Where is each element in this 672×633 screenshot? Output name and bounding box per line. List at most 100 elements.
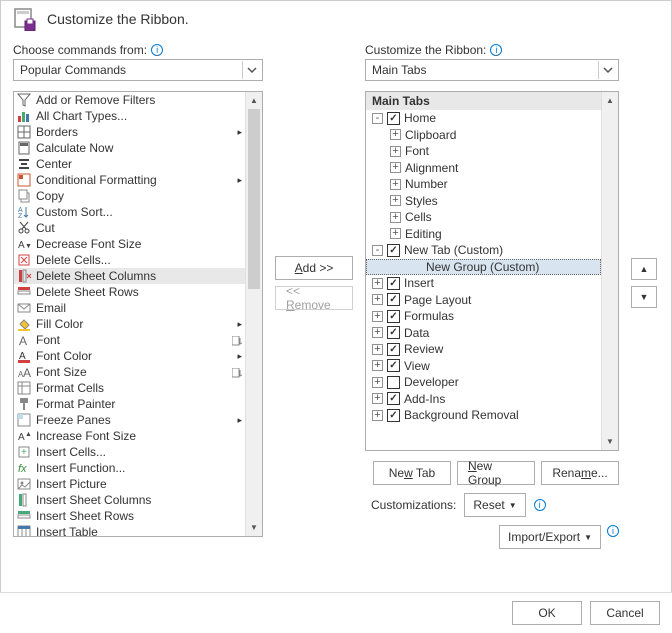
tree-item[interactable]: +Page Layout [366,292,601,309]
checkbox[interactable] [387,326,400,339]
info-icon[interactable]: i [607,525,619,537]
tree-item[interactable]: +Number [366,176,601,193]
tree-item[interactable]: +Alignment [366,160,601,177]
command-item[interactable]: Borders▸ [14,124,262,140]
command-item[interactable]: Insert Table [14,524,262,536]
move-down-button[interactable]: ▼ [631,286,657,308]
command-item[interactable]: Conditional Formatting▸ [14,172,262,188]
tree-item[interactable]: +Cells [366,209,601,226]
tree-item[interactable]: +Font [366,143,601,160]
expand-icon[interactable]: + [372,278,383,289]
expand-icon[interactable]: + [390,195,401,206]
command-item[interactable]: AAFont Size [14,364,262,380]
command-item[interactable]: Insert Sheet Rows [14,508,262,524]
info-icon[interactable]: i [490,44,502,56]
tree-item[interactable]: +Data [366,325,601,342]
command-item[interactable]: AFont Color▸ [14,348,262,364]
scrollbar[interactable]: ▲ ▼ [601,92,618,450]
checkbox[interactable] [387,277,400,290]
scroll-thumb[interactable] [248,109,260,289]
collapse-icon[interactable]: - [372,113,383,124]
scroll-down-icon[interactable]: ▼ [602,433,618,450]
command-item[interactable]: Email [14,300,262,316]
scroll-down-icon[interactable]: ▼ [246,519,262,536]
expand-icon[interactable]: + [390,228,401,239]
command-item[interactable]: Copy [14,188,262,204]
scrollbar[interactable]: ▲ ▼ [245,92,262,536]
commands-source-dropdown[interactable]: Popular Commands [13,59,263,81]
checkbox[interactable] [387,392,400,405]
scroll-up-icon[interactable]: ▲ [246,92,262,109]
command-item[interactable]: +Insert Cells... [14,444,262,460]
expand-icon[interactable]: + [372,410,383,421]
expand-icon[interactable]: + [390,179,401,190]
expand-icon[interactable]: + [372,393,383,404]
checkbox[interactable] [387,310,400,323]
tree-item[interactable]: New Group (Custom) [366,259,601,276]
expand-icon[interactable]: + [390,129,401,140]
move-up-button[interactable]: ▲ [631,258,657,280]
command-item[interactable]: Add or Remove Filters [14,92,262,108]
checkbox[interactable] [387,359,400,372]
checkbox[interactable] [387,376,400,389]
expand-icon[interactable]: + [372,344,383,355]
tree-item[interactable]: -Home [366,110,601,127]
command-item[interactable]: Format Painter [14,396,262,412]
command-item[interactable]: AFont [14,332,262,348]
command-item[interactable]: AZCustom Sort... [14,204,262,220]
command-item[interactable]: Delete Cells... [14,252,262,268]
command-item[interactable]: Freeze Panes▸ [14,412,262,428]
expand-icon[interactable]: + [372,294,383,305]
tree-item[interactable]: +Clipboard [366,127,601,144]
checkbox[interactable] [387,112,400,125]
tree-item[interactable]: +Review [366,341,601,358]
cancel-button[interactable]: Cancel [590,601,660,625]
expand-icon[interactable]: + [372,327,383,338]
tree-item[interactable]: +Background Removal [366,407,601,424]
checkbox[interactable] [387,409,400,422]
expand-icon[interactable]: + [390,146,401,157]
expand-icon[interactable]: + [372,377,383,388]
scroll-up-icon[interactable]: ▲ [602,92,618,109]
expand-icon[interactable]: + [372,360,383,371]
expand-icon[interactable]: + [390,162,401,173]
collapse-icon[interactable]: - [372,245,383,256]
rename-button[interactable]: Rename... [541,461,619,485]
import-export-dropdown-button[interactable]: Import/Export▼ [499,525,601,549]
tree-item[interactable]: +Developer [366,374,601,391]
add-button[interactable]: Add >> [275,256,353,280]
command-item[interactable]: A▼Decrease Font Size [14,236,262,252]
reset-dropdown-button[interactable]: Reset▼ [464,493,525,517]
checkbox[interactable] [387,343,400,356]
tree-item[interactable]: +Insert [366,275,601,292]
command-item[interactable]: Fill Color▸ [14,316,262,332]
checkbox[interactable] [387,244,400,257]
info-icon[interactable]: i [534,499,546,511]
ok-button[interactable]: OK [512,601,582,625]
command-item[interactable]: All Chart Types... [14,108,262,124]
command-item[interactable]: Calculate Now [14,140,262,156]
ribbon-tree[interactable]: Main Tabs -Home+Clipboard+Font+Alignment… [365,91,619,451]
expand-icon[interactable]: + [390,212,401,223]
command-item[interactable]: Cut [14,220,262,236]
new-group-button[interactable]: New Group [457,461,535,485]
tree-item[interactable]: +Styles [366,193,601,210]
command-item[interactable]: Insert Sheet Columns [14,492,262,508]
expand-icon[interactable]: + [372,311,383,322]
command-item[interactable]: A▲Increase Font Size [14,428,262,444]
new-tab-button[interactable]: New Tab [373,461,451,485]
tree-item[interactable]: +Editing [366,226,601,243]
command-item[interactable]: Format Cells [14,380,262,396]
ribbon-scope-dropdown[interactable]: Main Tabs [365,59,619,81]
command-item[interactable]: Delete Sheet Columns [14,268,262,284]
tree-item[interactable]: +Add-Ins [366,391,601,408]
command-item[interactable]: fxInsert Function... [14,460,262,476]
commands-listbox[interactable]: Add or Remove FiltersAll Chart Types...B… [13,91,263,537]
checkbox[interactable] [387,293,400,306]
info-icon[interactable]: i [151,44,163,56]
tree-item[interactable]: +Formulas [366,308,601,325]
command-item[interactable]: Center [14,156,262,172]
tree-item[interactable]: -New Tab (Custom) [366,242,601,259]
command-item[interactable]: Delete Sheet Rows [14,284,262,300]
tree-item[interactable]: +View [366,358,601,375]
